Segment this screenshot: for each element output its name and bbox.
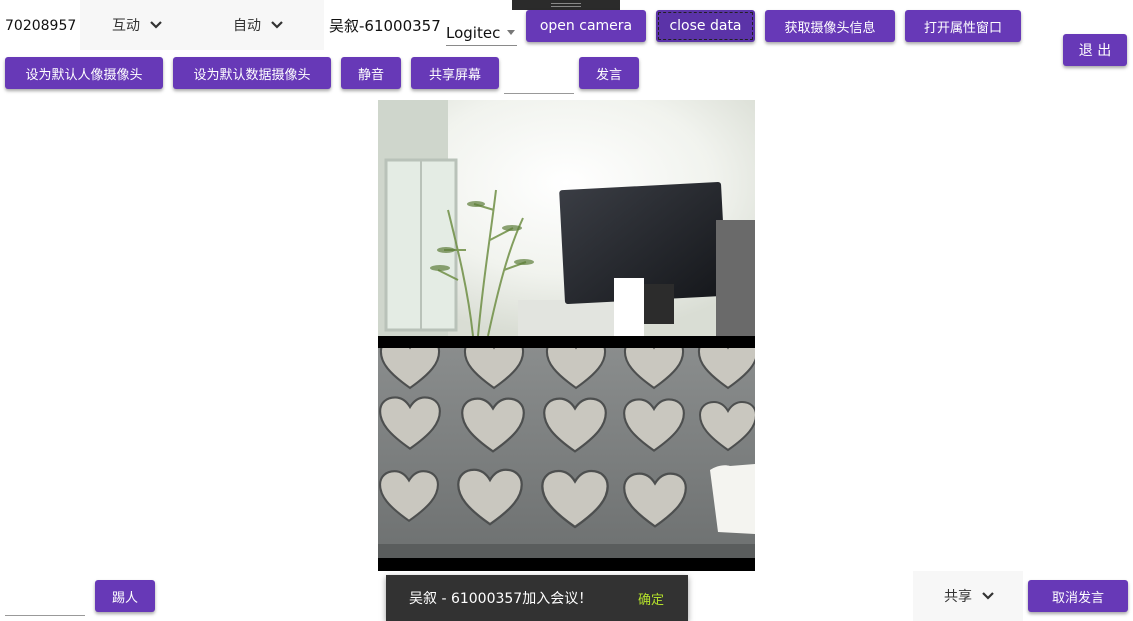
auto-dropdown-label: 自动	[233, 18, 261, 34]
mode-dropdown-label: 互动	[112, 18, 140, 34]
dropdown-caret-icon	[507, 30, 515, 35]
grip-icon	[551, 3, 581, 7]
data-video	[378, 348, 755, 571]
set-default-data-camera-button[interactable]: 设为默认数据摄像头	[173, 57, 331, 89]
snackbar-message: 吴叙 - 61000357加入会议！	[409, 591, 593, 607]
set-default-portrait-camera-button[interactable]: 设为默认人像摄像头	[5, 57, 163, 89]
speak-button[interactable]: 发言	[579, 57, 639, 89]
close-data-button[interactable]: close data	[656, 10, 755, 42]
app-root: 70208957 互动 自动 吴叙-61000357 Logitec open …	[0, 0, 1133, 621]
portrait-video	[378, 100, 755, 348]
mode-dropdown[interactable]: 互动	[80, 0, 200, 50]
chevron-down-icon	[150, 21, 162, 29]
open-camera-button[interactable]: open camera	[526, 10, 646, 42]
cancel-speak-button[interactable]: 取消发言	[1028, 580, 1128, 612]
kick-button[interactable]: 踢人	[95, 580, 155, 612]
share-dropdown-label: 共享	[944, 589, 972, 605]
snackbar-confirm-button[interactable]: 确定	[638, 589, 664, 608]
chevron-down-icon	[271, 21, 283, 29]
mute-button[interactable]: 静音	[341, 57, 401, 89]
share-dropdown[interactable]: 共享	[913, 571, 1023, 621]
meeting-id: 70208957	[5, 18, 77, 34]
get-camera-info-button[interactable]: 获取摄像头信息	[765, 10, 895, 42]
user-label: 吴叙-61000357	[329, 17, 441, 35]
exit-button[interactable]: 退 出	[1063, 34, 1127, 66]
speak-input[interactable]	[504, 68, 574, 94]
kick-user-input[interactable]	[5, 590, 85, 616]
chevron-down-icon	[982, 592, 994, 600]
device-select-value: Logitec	[446, 23, 501, 42]
open-properties-button[interactable]: 打开属性窗口	[905, 10, 1021, 42]
join-notification-snackbar: 吴叙 - 61000357加入会议！ 确定	[386, 575, 688, 621]
auto-dropdown[interactable]: 自动	[200, 0, 324, 50]
drag-handle[interactable]	[512, 0, 620, 10]
share-screen-button[interactable]: 共享屏幕	[411, 57, 499, 89]
device-select[interactable]: Logitec	[446, 20, 517, 46]
